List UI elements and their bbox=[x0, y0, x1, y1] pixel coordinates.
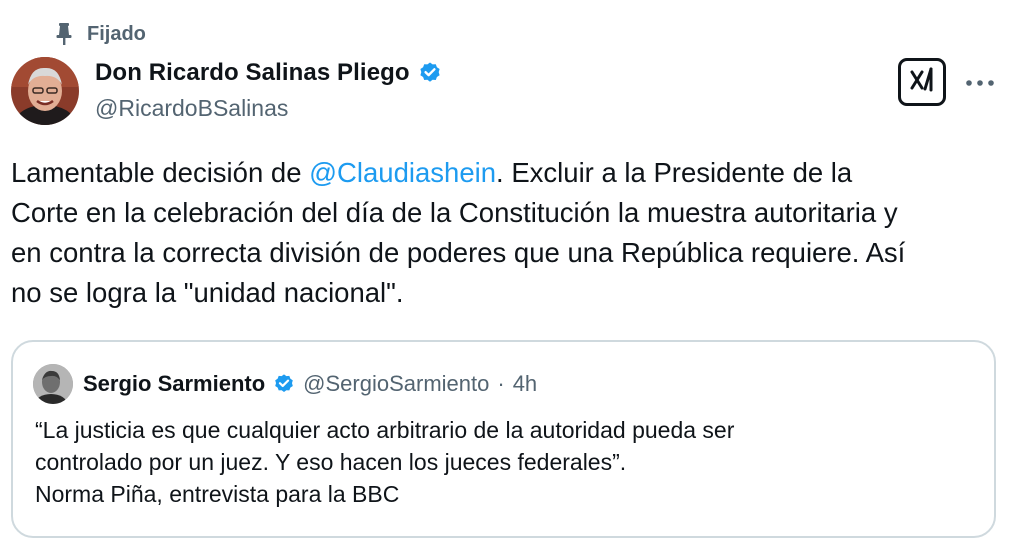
tweet-line-1: Lamentable decisión de @Claudiashein. Ex… bbox=[11, 153, 1016, 193]
quoted-tweet-text: “La justicia es que cualquier acto arbit… bbox=[35, 414, 985, 510]
quoted-tweet-card[interactable]: Sergio Sarmiento @SergioSarmiento · 4h “… bbox=[11, 340, 996, 538]
quoted-verified-badge-icon bbox=[273, 373, 295, 395]
grok-button[interactable] bbox=[898, 58, 946, 106]
quoted-tweet-header: Sergio Sarmiento @SergioSarmiento · 4h bbox=[33, 364, 537, 404]
separator-dot: · bbox=[497, 371, 505, 396]
author-avatar[interactable] bbox=[11, 57, 79, 125]
tweet-line-2: Corte en la celebración del día de la Co… bbox=[11, 197, 898, 228]
pin-icon bbox=[55, 22, 73, 46]
more-options-icon bbox=[965, 74, 995, 92]
quoted-author-name: Sergio Sarmiento bbox=[83, 371, 266, 396]
quoted-line-1: “La justicia es que cualquier acto arbit… bbox=[35, 417, 735, 443]
quoted-author-avatar[interactable] bbox=[33, 364, 73, 404]
pinned-label: Fijado bbox=[87, 22, 146, 45]
tweet-container: Fijado Don Ricardo Salinas Pliego @Ricar… bbox=[0, 0, 1024, 552]
tweet-text-continued: . Excluir a la Presidente de la bbox=[496, 157, 853, 188]
author-name-row: Don Ricardo Salinas Pliego bbox=[95, 59, 442, 87]
grok-icon bbox=[907, 65, 937, 100]
mention-link[interactable]: @Claudiashein bbox=[309, 157, 496, 188]
pinned-indicator: Fijado bbox=[55, 22, 146, 46]
tweet-text-start: Lamentable decisión de bbox=[11, 157, 310, 188]
quoted-line-2: controlado por un juez. Y eso hacen los … bbox=[35, 449, 627, 475]
verified-badge-icon[interactable] bbox=[418, 61, 442, 85]
tweet-text: Lamentable decisión de @Claudiashein. Ex… bbox=[11, 153, 1016, 313]
author-display-name[interactable]: Don Ricardo Salinas Pliego bbox=[95, 59, 410, 87]
quoted-tweet-timestamp: 4h bbox=[512, 371, 538, 396]
more-options-button[interactable] bbox=[962, 68, 998, 98]
tweet-line-3: en contra la correcta división de podere… bbox=[11, 237, 906, 268]
quoted-line-3: Norma Piña, entrevista para la BBC bbox=[35, 481, 400, 507]
author-handle[interactable]: @RicardoBSalinas bbox=[95, 95, 288, 122]
tweet-line-4: no se logra la "unidad nacional". bbox=[11, 277, 404, 308]
quoted-author-handle: @SergioSarmiento bbox=[303, 371, 490, 396]
